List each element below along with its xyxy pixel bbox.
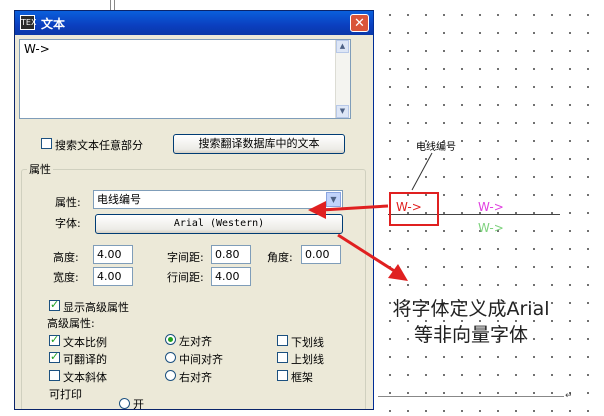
callout-text: 将字体定义成Arial 等非向量字体 — [378, 296, 564, 348]
callout-line-2: 等非向量字体 — [413, 324, 528, 346]
arrow-to-font-shaft — [321, 204, 389, 212]
arrow-to-callout-shaft — [337, 233, 397, 274]
callout-line-1: 将字体定义成Arial — [392, 298, 550, 320]
annotation-arrows — [308, 152, 433, 281]
bottom-rule — [378, 396, 564, 397]
return-mark-icon: ↵ — [565, 391, 573, 401]
leader-line — [411, 152, 433, 191]
arrow-to-font-head — [308, 201, 326, 219]
arrow-to-callout-head — [388, 264, 408, 281]
